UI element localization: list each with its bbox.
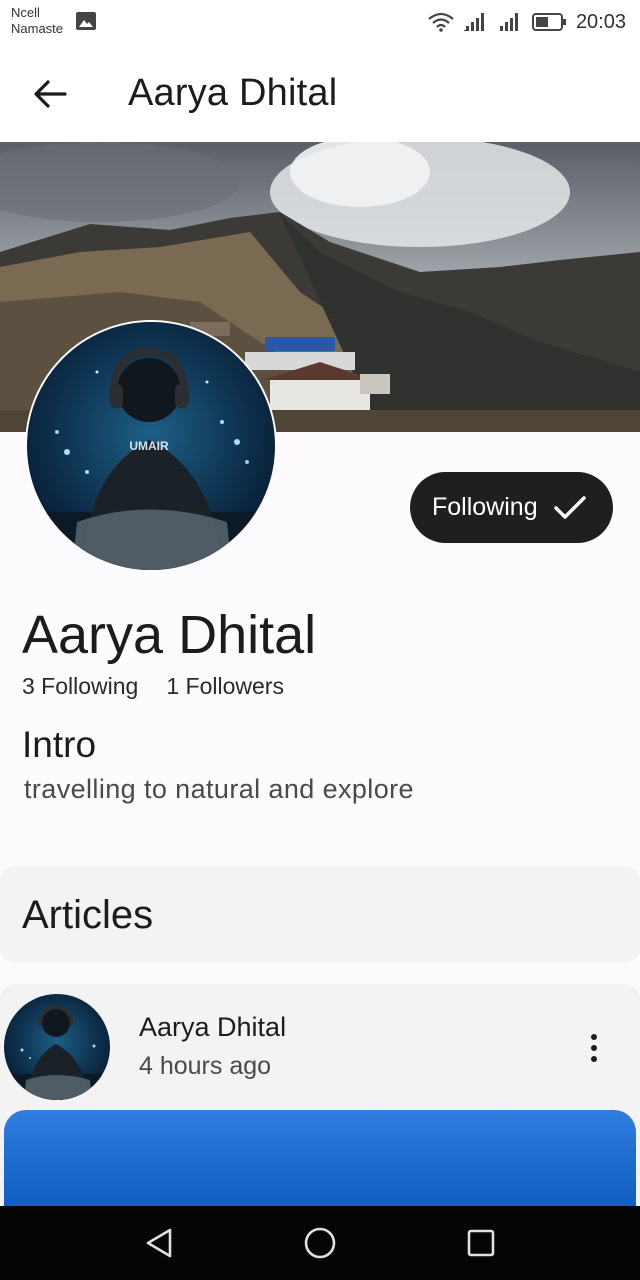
articles-heading: Articles	[22, 893, 154, 937]
nav-back-button[interactable]	[141, 1225, 177, 1261]
carrier-name: Ncell	[11, 5, 40, 20]
avatar-shirt-text: UMAIR	[129, 439, 169, 453]
following-button[interactable]: Following	[410, 472, 613, 543]
system-nav-bar	[0, 1206, 640, 1280]
wifi-icon	[428, 12, 454, 32]
signal-icon	[499, 13, 518, 31]
check-icon	[553, 495, 586, 519]
signal-icon	[463, 13, 484, 31]
more-vertical-icon[interactable]	[578, 1028, 610, 1068]
profile-stats: 3 Following 1 Followers	[22, 673, 284, 700]
article-card[interactable]: Aarya Dhital 4 hours ago	[0, 984, 640, 1214]
gallery-icon	[76, 12, 96, 30]
followers-count[interactable]: 1 Followers	[166, 673, 284, 700]
articles-section-header: Articles	[0, 866, 640, 962]
arrow-left-icon	[34, 80, 67, 108]
carrier-label: Ncell Namaste	[11, 5, 63, 37]
following-count[interactable]: 3 Following	[22, 673, 138, 700]
status-icons: 20:03	[428, 10, 626, 34]
page-title: Aarya Dhital	[128, 72, 338, 114]
battery-icon	[531, 13, 566, 31]
status-bar: Ncell Namaste 20:03	[0, 0, 640, 44]
status-time: 20:03	[575, 10, 626, 33]
intro-text: travelling to natural and explore	[24, 774, 414, 804]
profile-avatar: UMAIR	[25, 320, 277, 572]
article-author-name[interactable]: Aarya Dhital	[139, 1012, 286, 1043]
back-button[interactable]	[26, 70, 74, 118]
home-circle-icon	[304, 1227, 336, 1259]
article-image[interactable]	[4, 1110, 636, 1214]
intro-heading: Intro	[22, 724, 97, 765]
app-bar: Aarya Dhital	[0, 44, 640, 142]
back-triangle-icon	[146, 1228, 172, 1258]
article-author-avatar[interactable]	[4, 994, 110, 1100]
profile-name: Aarya Dhital	[22, 605, 317, 665]
carrier-subtitle: Namaste	[11, 21, 64, 36]
following-button-label: Following	[432, 493, 538, 521]
nav-home-button[interactable]	[302, 1225, 338, 1261]
nav-recents-button[interactable]	[463, 1225, 499, 1261]
article-timestamp: 4 hours ago	[139, 1052, 272, 1080]
recents-square-icon	[467, 1229, 495, 1257]
